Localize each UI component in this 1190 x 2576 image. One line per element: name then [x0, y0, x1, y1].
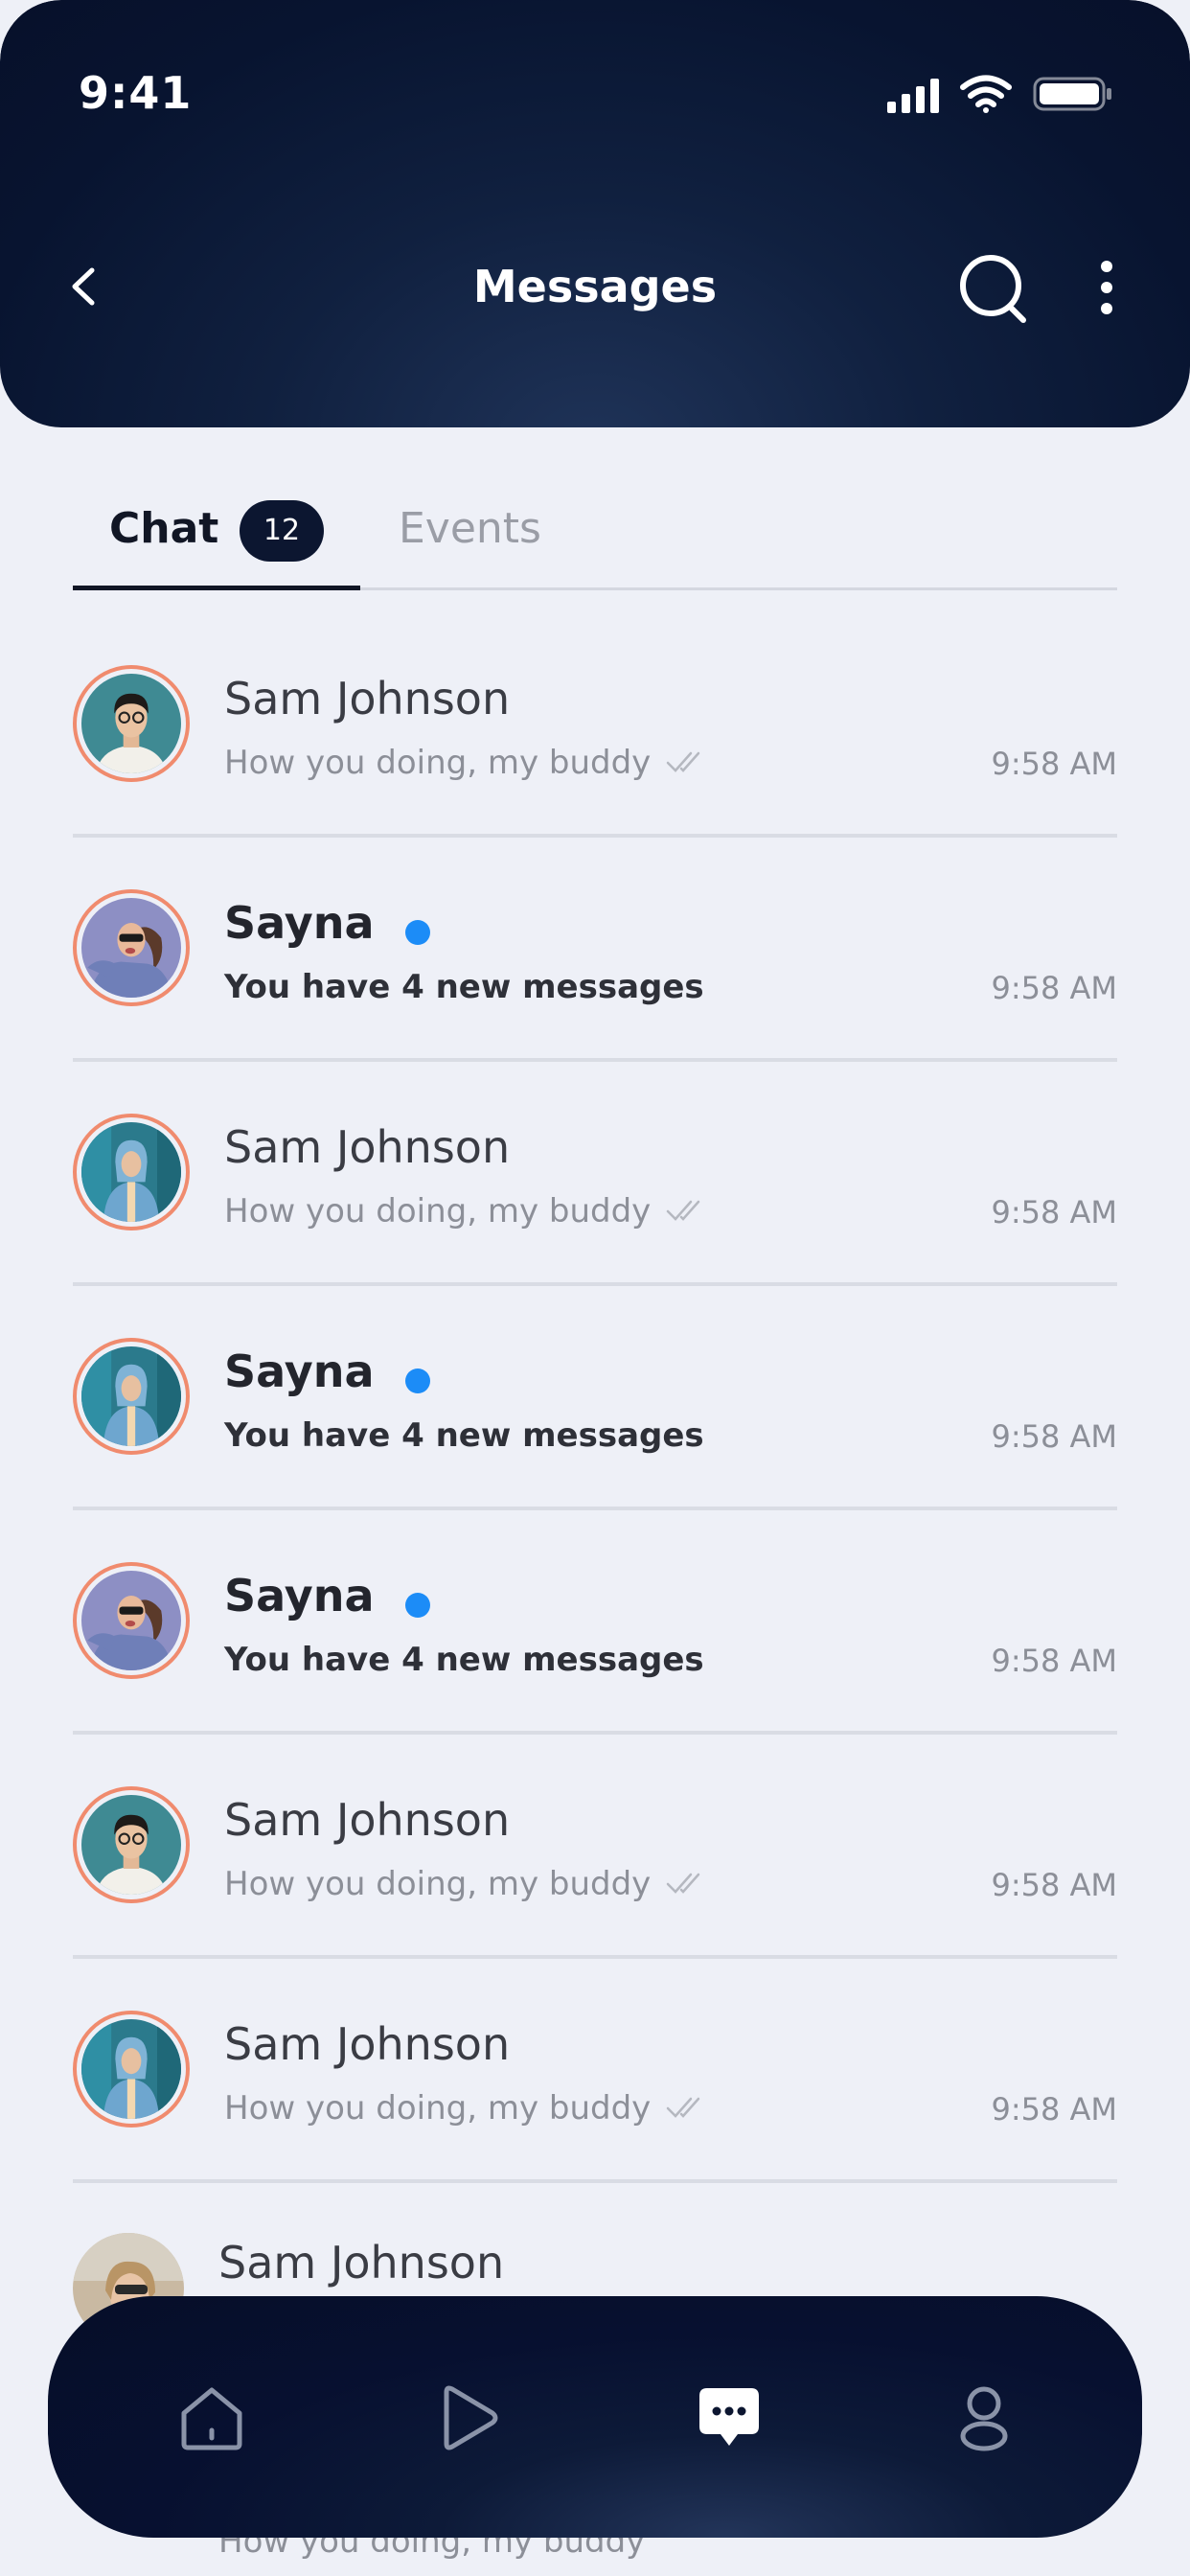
message-preview: You have 4 new messages	[224, 968, 704, 1006]
contact-name: Sam Johnson	[224, 2018, 511, 2070]
list-item[interactable]: Sam Johnson How you doing, my buddy 9:58 A…	[73, 613, 1117, 838]
list-item[interactable]: Sam Johnson How you doing, my buddy 9:58 A…	[73, 1735, 1117, 1959]
message-preview: How you doing, my buddy	[224, 1865, 652, 1903]
avatar	[73, 2011, 190, 2128]
list-item[interactable]: Sayna You have 4 new messages 9:58 AM	[73, 838, 1117, 1062]
nav-home[interactable]	[172, 2379, 251, 2457]
list-item[interactable]: Sam Johnson How you doing, my buddy 9:58 A…	[73, 1959, 1117, 2183]
message-time: 9:58 AM	[991, 1867, 1117, 1903]
list-item[interactable]: Sam Johnson How you doing, my buddy 9:58 A…	[73, 1062, 1117, 1286]
battery-icon	[1033, 75, 1113, 113]
nav-media[interactable]	[429, 2379, 508, 2457]
contact-name: Sayna	[224, 1346, 375, 1397]
chat-count-badge: 12	[240, 500, 324, 562]
list-item[interactable]: Sayna You have 4 new messages 9:58 AM	[73, 1286, 1117, 1510]
avatar	[73, 1786, 190, 1903]
contact-name: Sam Johnson	[224, 1121, 511, 1173]
header: 9:41 Messages	[0, 0, 1190, 427]
bottom-nav	[48, 2296, 1142, 2538]
tab-bar: Chat 12 Events	[73, 498, 1117, 590]
list-item[interactable]: Sayna You have 4 new messages 9:58 AM	[73, 1510, 1117, 1735]
message-time: 9:58 AM	[991, 1418, 1117, 1455]
more-vertical-icon	[1101, 261, 1112, 314]
avatar	[73, 1562, 190, 1679]
unread-indicator	[405, 1368, 430, 1393]
nav-profile[interactable]	[945, 2379, 1023, 2457]
more-options-button[interactable]	[1092, 259, 1121, 316]
read-receipt-icon	[666, 748, 708, 776]
avatar	[73, 665, 190, 782]
avatar	[73, 1338, 190, 1455]
status-time: 9:41	[79, 67, 193, 119]
profile-icon	[960, 2386, 1008, 2451]
message-time: 9:58 AM	[991, 746, 1117, 782]
wifi-icon	[960, 75, 1012, 113]
read-receipt-icon	[666, 2093, 708, 2122]
message-preview: How you doing, my buddy	[224, 744, 652, 782]
avatar	[73, 1114, 190, 1230]
search-icon	[960, 255, 1026, 323]
message-preview: You have 4 new messages	[224, 1641, 704, 1679]
message-time: 9:58 AM	[991, 1643, 1117, 1679]
nav-messages[interactable]	[690, 2379, 768, 2457]
home-icon	[181, 2387, 242, 2450]
message-time: 9:58 AM	[991, 1194, 1117, 1230]
tab-events[interactable]: Events	[399, 504, 541, 553]
message-preview: You have 4 new messages	[224, 1416, 704, 1455]
chat-list: Sam Johnson How you doing, my buddy 9:58 A…	[73, 613, 1117, 2183]
tab-chat[interactable]: Chat 12	[73, 498, 360, 590]
signal-icon	[887, 75, 939, 113]
play-icon	[444, 2385, 498, 2450]
messages-screen: 9:41 Messages Chat 12 Events Sam Johnson…	[0, 0, 1190, 2576]
status-icons	[887, 75, 1113, 113]
message-time: 9:58 AM	[991, 2091, 1117, 2128]
read-receipt-icon	[666, 1869, 708, 1898]
tab-chat-label: Chat	[109, 504, 219, 553]
contact-name: Sam Johnson	[218, 2237, 505, 2288]
read-receipt-icon	[666, 1196, 708, 1225]
chat-bubble-icon	[699, 2388, 759, 2446]
unread-indicator	[405, 1593, 430, 1618]
contact-name: Sam Johnson	[224, 673, 511, 724]
message-time: 9:58 AM	[991, 970, 1117, 1006]
message-preview: How you doing, my buddy	[224, 2089, 652, 2128]
avatar	[73, 889, 190, 1006]
contact-name: Sayna	[224, 1570, 375, 1622]
message-preview: How you doing, my buddy	[224, 1192, 652, 1230]
unread-indicator	[405, 920, 430, 945]
contact-name: Sayna	[224, 897, 375, 949]
search-button[interactable]	[958, 253, 1031, 326]
contact-name: Sam Johnson	[224, 1794, 511, 1846]
